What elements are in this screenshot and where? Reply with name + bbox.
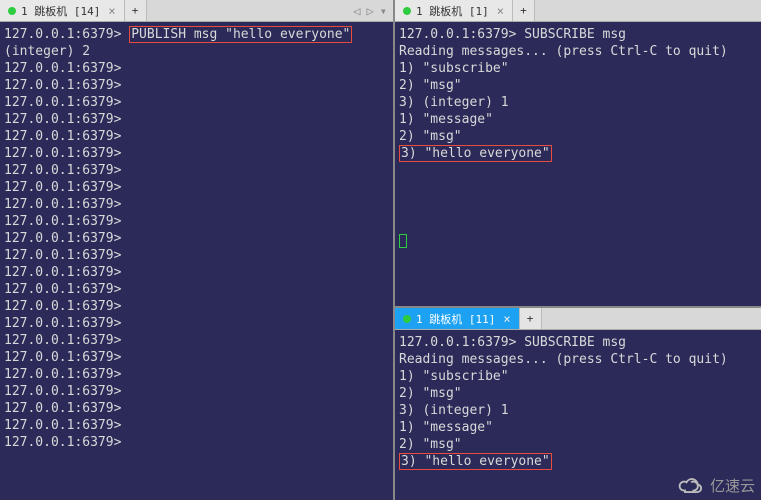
- tab-right-top[interactable]: 1 跳板机 [1] ×: [395, 0, 513, 21]
- empty-prompt: 127.0.0.1:6379>: [4, 298, 389, 315]
- response-line: (integer) 2: [4, 43, 389, 60]
- close-icon[interactable]: ×: [497, 4, 504, 18]
- prompt: 127.0.0.1:6379>: [4, 27, 129, 42]
- empty-prompt: 127.0.0.1:6379>: [4, 349, 389, 366]
- close-icon[interactable]: ×: [503, 312, 510, 326]
- output-line: 3) (integer) 1: [399, 94, 757, 111]
- tab-right-bottom[interactable]: 1 跳板机 [11] ×: [395, 308, 520, 329]
- empty-prompt: 127.0.0.1:6379>: [4, 315, 389, 332]
- output-line: 1) "subscribe": [399, 368, 757, 385]
- right-column: 1 跳板机 [1] × + 127.0.0.1:6379> SUBSCRIBE …: [395, 0, 761, 500]
- output-line: 1) "subscribe": [399, 60, 757, 77]
- empty-prompt: 127.0.0.1:6379>: [4, 383, 389, 400]
- output-line: 2) "msg": [399, 385, 757, 402]
- empty-prompt: 127.0.0.1:6379>: [4, 366, 389, 383]
- watermark: 亿速云: [676, 475, 755, 496]
- nav-menu-icon[interactable]: ▾: [380, 4, 387, 18]
- plus-icon: +: [132, 4, 139, 17]
- empty-prompt: 127.0.0.1:6379>: [4, 213, 389, 230]
- empty-prompt: 127.0.0.1:6379>: [4, 196, 389, 213]
- cloud-icon: [676, 476, 706, 496]
- empty-prompt: 127.0.0.1:6379>: [4, 332, 389, 349]
- received-message: 3) "hello everyone": [399, 145, 552, 162]
- publish-command: PUBLISH msg "hello everyone": [129, 26, 352, 43]
- close-icon[interactable]: ×: [108, 4, 115, 18]
- cursor-line: [399, 232, 757, 249]
- empty-prompt: 127.0.0.1:6379>: [4, 434, 389, 451]
- command-line: 127.0.0.1:6379> PUBLISH msg "hello every…: [4, 26, 389, 43]
- plus-icon: +: [520, 4, 527, 17]
- highlight-line: 3) "hello everyone": [399, 453, 757, 470]
- nav-prev-icon[interactable]: ◁: [353, 4, 360, 18]
- empty-prompt: 127.0.0.1:6379>: [4, 179, 389, 196]
- status-dot-icon: [403, 7, 411, 15]
- tabbar-left: 1 跳板机 [14] × + ◁ ▷ ▾: [0, 0, 393, 22]
- add-tab-button[interactable]: +: [520, 308, 542, 329]
- watermark-text: 亿速云: [710, 475, 755, 496]
- empty-prompt: 127.0.0.1:6379>: [4, 281, 389, 298]
- highlight-line: 3) "hello everyone": [399, 145, 757, 162]
- empty-prompt: 127.0.0.1:6379>: [4, 128, 389, 145]
- empty-prompt: 127.0.0.1:6379>: [4, 247, 389, 264]
- empty-prompt: 127.0.0.1:6379>: [4, 94, 389, 111]
- empty-prompt: 127.0.0.1:6379>: [4, 417, 389, 434]
- right-bottom-pane: 1 跳板机 [11] × + 127.0.0.1:6379> SUBSCRIBE…: [395, 308, 761, 500]
- tabbar-right-top: 1 跳板机 [1] × +: [395, 0, 761, 22]
- terminal-right-top[interactable]: 127.0.0.1:6379> SUBSCRIBE msgReading mes…: [395, 22, 761, 306]
- output-line: 2) "msg": [399, 436, 757, 453]
- command-line: 127.0.0.1:6379> SUBSCRIBE msg: [399, 26, 757, 43]
- status-dot-icon: [403, 315, 411, 323]
- output-line: 3) (integer) 1: [399, 402, 757, 419]
- output-line: 1) "message": [399, 419, 757, 436]
- output-line: Reading messages... (press Ctrl-C to qui…: [399, 43, 757, 60]
- output-line: 2) "msg": [399, 77, 757, 94]
- tab-label: 1 跳板机 [1]: [416, 3, 489, 19]
- plus-icon: +: [527, 312, 534, 325]
- left-pane: 1 跳板机 [14] × + ◁ ▷ ▾ 127.0.0.1:6379> PUB…: [0, 0, 395, 500]
- tab-left[interactable]: 1 跳板机 [14] ×: [0, 0, 125, 21]
- add-tab-button[interactable]: +: [125, 0, 147, 21]
- tab-label: 1 跳板机 [11]: [416, 311, 495, 327]
- empty-prompt: 127.0.0.1:6379>: [4, 264, 389, 281]
- status-dot-icon: [8, 7, 16, 15]
- empty-prompt: 127.0.0.1:6379>: [4, 400, 389, 417]
- received-message: 3) "hello everyone": [399, 453, 552, 470]
- empty-prompt: 127.0.0.1:6379>: [4, 145, 389, 162]
- empty-prompt: 127.0.0.1:6379>: [4, 162, 389, 179]
- terminal-left[interactable]: 127.0.0.1:6379> PUBLISH msg "hello every…: [0, 22, 393, 500]
- output-line: 2) "msg": [399, 128, 757, 145]
- command-line: 127.0.0.1:6379> SUBSCRIBE msg: [399, 334, 757, 351]
- empty-prompt: 127.0.0.1:6379>: [4, 111, 389, 128]
- empty-prompt: 127.0.0.1:6379>: [4, 60, 389, 77]
- empty-prompt: 127.0.0.1:6379>: [4, 230, 389, 247]
- output-line: 1) "message": [399, 111, 757, 128]
- tabbar-right-bottom: 1 跳板机 [11] × +: [395, 308, 761, 330]
- cursor-icon: [399, 234, 407, 248]
- empty-prompt: 127.0.0.1:6379>: [4, 77, 389, 94]
- output-line: Reading messages... (press Ctrl-C to qui…: [399, 351, 757, 368]
- add-tab-button[interactable]: +: [513, 0, 535, 21]
- nav-next-icon[interactable]: ▷: [367, 4, 374, 18]
- right-top-pane: 1 跳板机 [1] × + 127.0.0.1:6379> SUBSCRIBE …: [395, 0, 761, 308]
- tab-label: 1 跳板机 [14]: [21, 3, 100, 19]
